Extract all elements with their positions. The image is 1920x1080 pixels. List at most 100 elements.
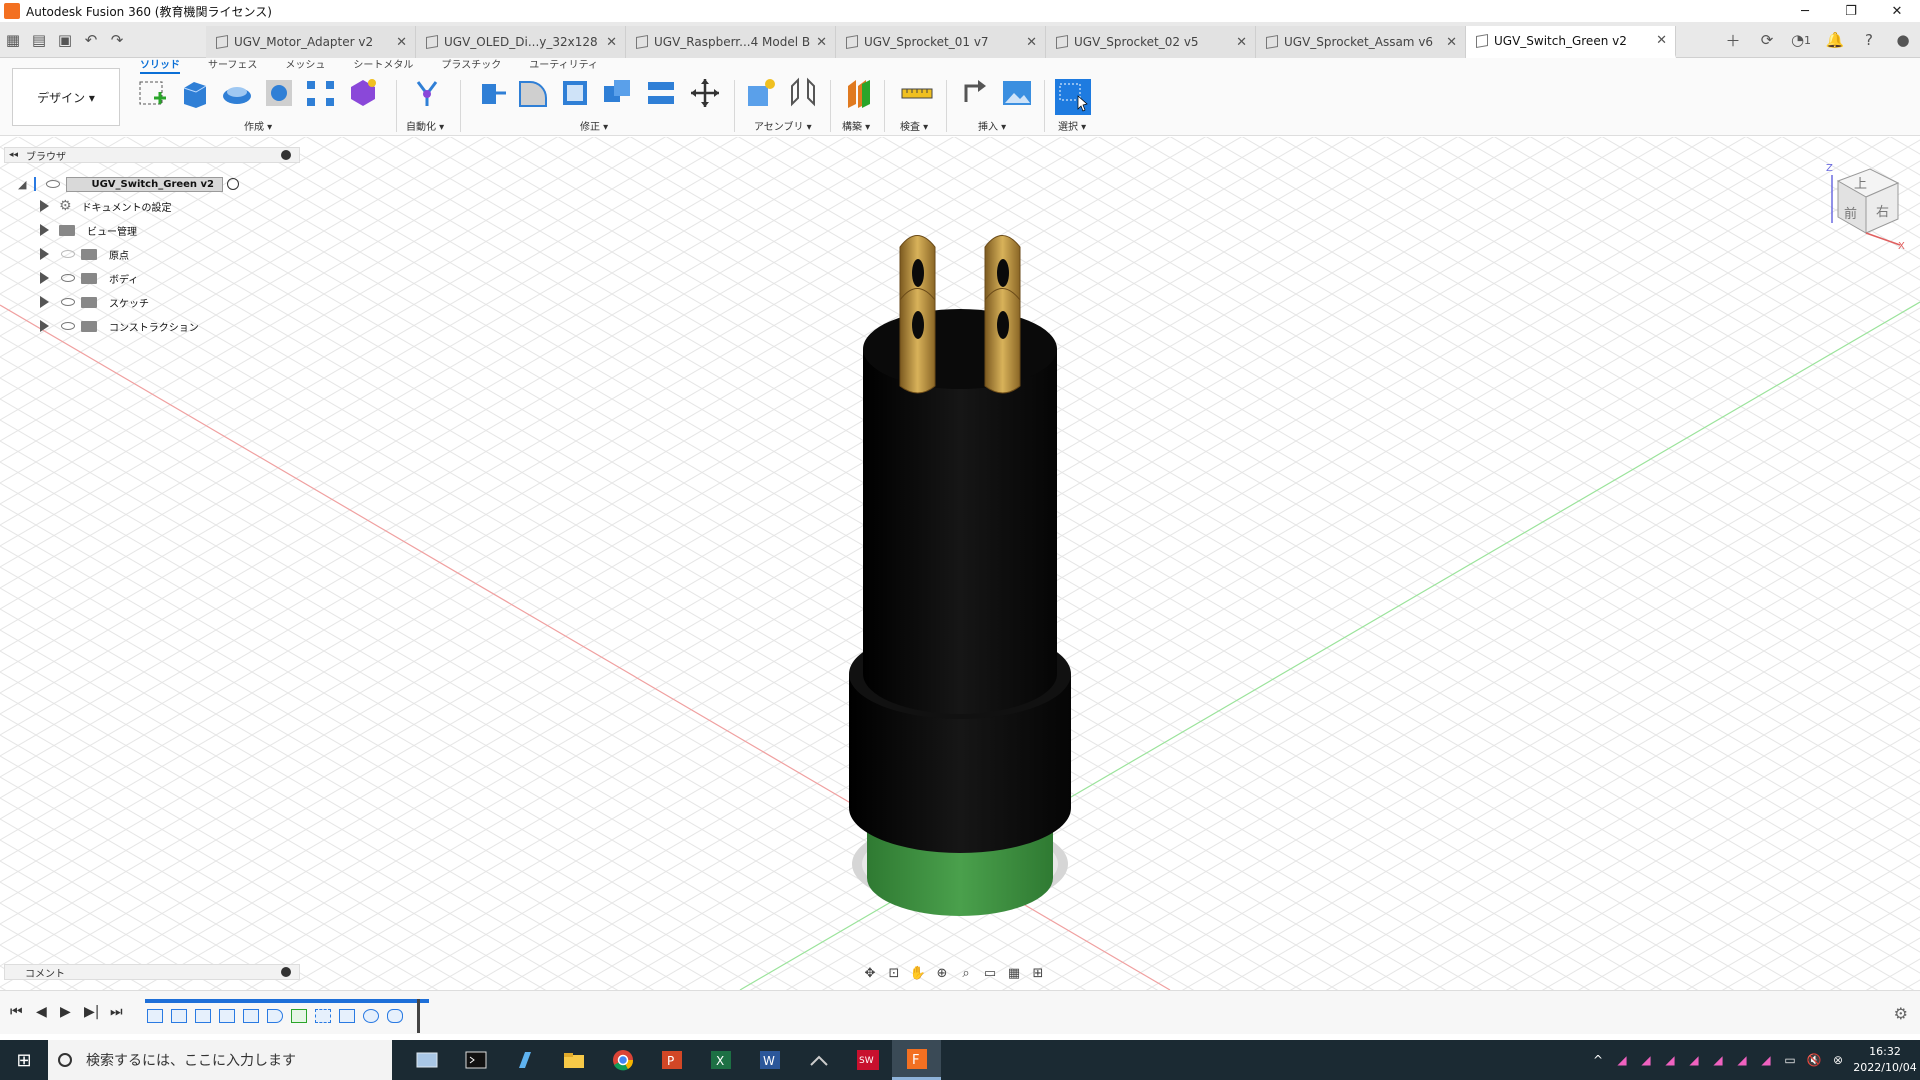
split-body-icon[interactable] — [644, 76, 678, 110]
file-menu-icon[interactable]: ▤ — [26, 22, 52, 58]
joint-icon[interactable] — [786, 76, 820, 110]
volume-muted-icon[interactable]: 🔇 — [1802, 1053, 1826, 1067]
hole-icon[interactable] — [262, 76, 296, 110]
tray-app-icon[interactable]: ◢ — [1610, 1053, 1634, 1067]
timeline-feature[interactable] — [315, 1009, 331, 1023]
doc-tab[interactable]: UGV_Sprocket_01 v7 ✕ — [836, 26, 1046, 58]
pattern-icon[interactable] — [304, 76, 338, 110]
close-tab-icon[interactable]: ✕ — [1446, 35, 1457, 50]
taskbar-fusion360-icon[interactable]: F — [892, 1040, 941, 1080]
grid-settings-icon[interactable]: ▦ — [1002, 966, 1026, 981]
taskbar-solidworks-icon[interactable]: SW — [843, 1040, 892, 1080]
new-component-icon[interactable] — [744, 76, 778, 110]
press-pull-icon[interactable] — [474, 76, 508, 110]
panel-pin-icon[interactable] — [281, 150, 291, 160]
expand-icon[interactable] — [40, 224, 49, 236]
extrude-icon[interactable] — [178, 76, 212, 110]
redo-icon[interactable]: ↷ — [104, 22, 130, 58]
doc-tab-active[interactable]: UGV_Switch_Green v2 ✕ — [1466, 26, 1676, 58]
close-tab-icon[interactable]: ✕ — [396, 35, 407, 50]
doc-tab[interactable]: UGV_Raspberr...4 Model B v7 ✕ — [626, 26, 836, 58]
expand-icon[interactable] — [40, 200, 49, 212]
ribbon-tab-surface[interactable]: サーフェス — [208, 58, 257, 74]
taskbar-explorer-view-icon[interactable] — [402, 1040, 451, 1080]
insert-canvas-icon[interactable] — [1000, 76, 1034, 110]
timeline-prev-icon[interactable]: ◀ — [36, 1004, 47, 1020]
move-copy-icon[interactable] — [688, 76, 722, 110]
save-icon[interactable]: ▣ — [52, 22, 78, 58]
create-sketch-icon[interactable] — [136, 76, 170, 110]
orbit-icon[interactable]: ✥ — [858, 966, 882, 981]
assembly-group-label[interactable]: アセンブリ ▾ — [754, 118, 812, 133]
network-icon[interactable]: ▭ — [1778, 1053, 1802, 1067]
tray-app-icon[interactable]: ◢ — [1634, 1053, 1658, 1067]
notifications-icon[interactable]: 🔔 — [1818, 22, 1852, 58]
select-icon[interactable] — [1054, 78, 1092, 116]
timeline-feature[interactable] — [219, 1009, 235, 1023]
ribbon-tab-plastic[interactable]: プラスチック — [441, 58, 501, 74]
timeline-feature[interactable] — [267, 1009, 283, 1023]
timeline-feature[interactable] — [339, 1009, 355, 1023]
timeline-track[interactable] — [145, 999, 429, 1033]
extensions-icon[interactable]: ⟳ — [1750, 22, 1784, 58]
taskbar-chrome-icon[interactable] — [598, 1040, 647, 1080]
modify-group-label[interactable]: 修正 ▾ — [580, 118, 608, 133]
taskbar-search-box[interactable]: 検索するには、ここに入力します — [48, 1040, 392, 1080]
browser-item[interactable]: コンストラクション — [34, 315, 199, 337]
zoom-icon[interactable]: ⊕ — [930, 966, 954, 981]
tray-app-icon[interactable]: ◢ — [1682, 1053, 1706, 1067]
timeline-feature[interactable] — [195, 1009, 211, 1023]
add-comment-icon[interactable] — [281, 967, 291, 977]
timeline-feature[interactable] — [147, 1009, 163, 1023]
revolve-icon[interactable] — [220, 76, 254, 110]
tray-app-icon[interactable]: ◢ — [1706, 1053, 1730, 1067]
construct-group-label[interactable]: 構築 ▾ — [842, 118, 870, 133]
app-grid-icon[interactable]: ▦ — [0, 22, 26, 58]
account-avatar[interactable]: ● — [1886, 22, 1920, 58]
combine-icon[interactable] — [600, 76, 634, 110]
offset-plane-icon[interactable] — [842, 76, 876, 110]
ribbon-tab-sheetmetal[interactable]: シートメタル — [353, 58, 413, 74]
hidden-eye-icon[interactable] — [61, 250, 75, 258]
close-tab-icon[interactable]: ✕ — [1656, 33, 1667, 48]
close-tab-icon[interactable]: ✕ — [816, 35, 827, 50]
fillet-icon[interactable] — [516, 76, 550, 110]
close-tab-icon[interactable]: ✕ — [606, 35, 617, 50]
browser-item[interactable]: ビュー管理 — [34, 219, 137, 241]
minimize-button[interactable]: ─ — [1782, 0, 1828, 22]
timeline-last-icon[interactable]: ⏭ — [110, 1004, 123, 1020]
undo-icon[interactable]: ↶ — [78, 22, 104, 58]
automate-icon[interactable] — [410, 76, 444, 110]
doc-tab[interactable]: UGV_Sprocket_02 v5 ✕ — [1046, 26, 1256, 58]
workspace-dropdown[interactable]: デザイン ▾ — [12, 68, 120, 126]
timeline-marker[interactable] — [417, 999, 420, 1033]
automate-group-label[interactable]: 自動化 ▾ — [406, 118, 444, 133]
taskbar-file-explorer-icon[interactable] — [549, 1040, 598, 1080]
select-group-label[interactable]: 選択 ▾ — [1058, 118, 1086, 133]
form-icon[interactable] — [346, 76, 380, 110]
taskbar-terminal-icon[interactable] — [451, 1040, 500, 1080]
expand-icon[interactable] — [40, 296, 49, 308]
job-status-icon[interactable]: ◔ 1 — [1784, 22, 1818, 58]
expand-icon[interactable] — [40, 248, 49, 260]
taskbar-snipping-icon[interactable] — [794, 1040, 843, 1080]
create-group-label[interactable]: 作成 ▾ — [244, 118, 272, 133]
taskbar-clock[interactable]: 16:32 2022/10/04 — [1850, 1044, 1920, 1076]
taskbar-word-icon[interactable]: W — [745, 1040, 794, 1080]
viewcube-right-label[interactable]: 右 — [1876, 201, 1889, 220]
timeline-feature[interactable] — [363, 1009, 379, 1023]
timeline-play-icon[interactable]: ▶ — [60, 1004, 71, 1020]
browser-item[interactable]: ⚙ ドキュメントの設定 — [34, 195, 172, 217]
taskbar-powerpoint-icon[interactable]: P — [647, 1040, 696, 1080]
timeline-feature[interactable] — [243, 1009, 259, 1023]
new-tab-icon[interactable]: ＋ — [1716, 22, 1750, 58]
activate-component-icon[interactable] — [227, 178, 240, 190]
insert-group-label[interactable]: 挿入 ▾ — [978, 118, 1006, 133]
windows-start-icon[interactable]: ⊞ — [0, 1040, 48, 1080]
expand-icon[interactable] — [40, 272, 49, 284]
collapse-tree-icon[interactable]: ◢ — [18, 178, 26, 191]
timeline-settings-icon[interactable]: ⚙ — [1894, 1004, 1908, 1023]
tray-app-icon[interactable]: ◢ — [1730, 1053, 1754, 1067]
collapse-panel-icon[interactable]: ◂◂ — [9, 150, 18, 160]
doc-tab[interactable]: UGV_Motor_Adapter v2 ✕ — [206, 26, 416, 58]
